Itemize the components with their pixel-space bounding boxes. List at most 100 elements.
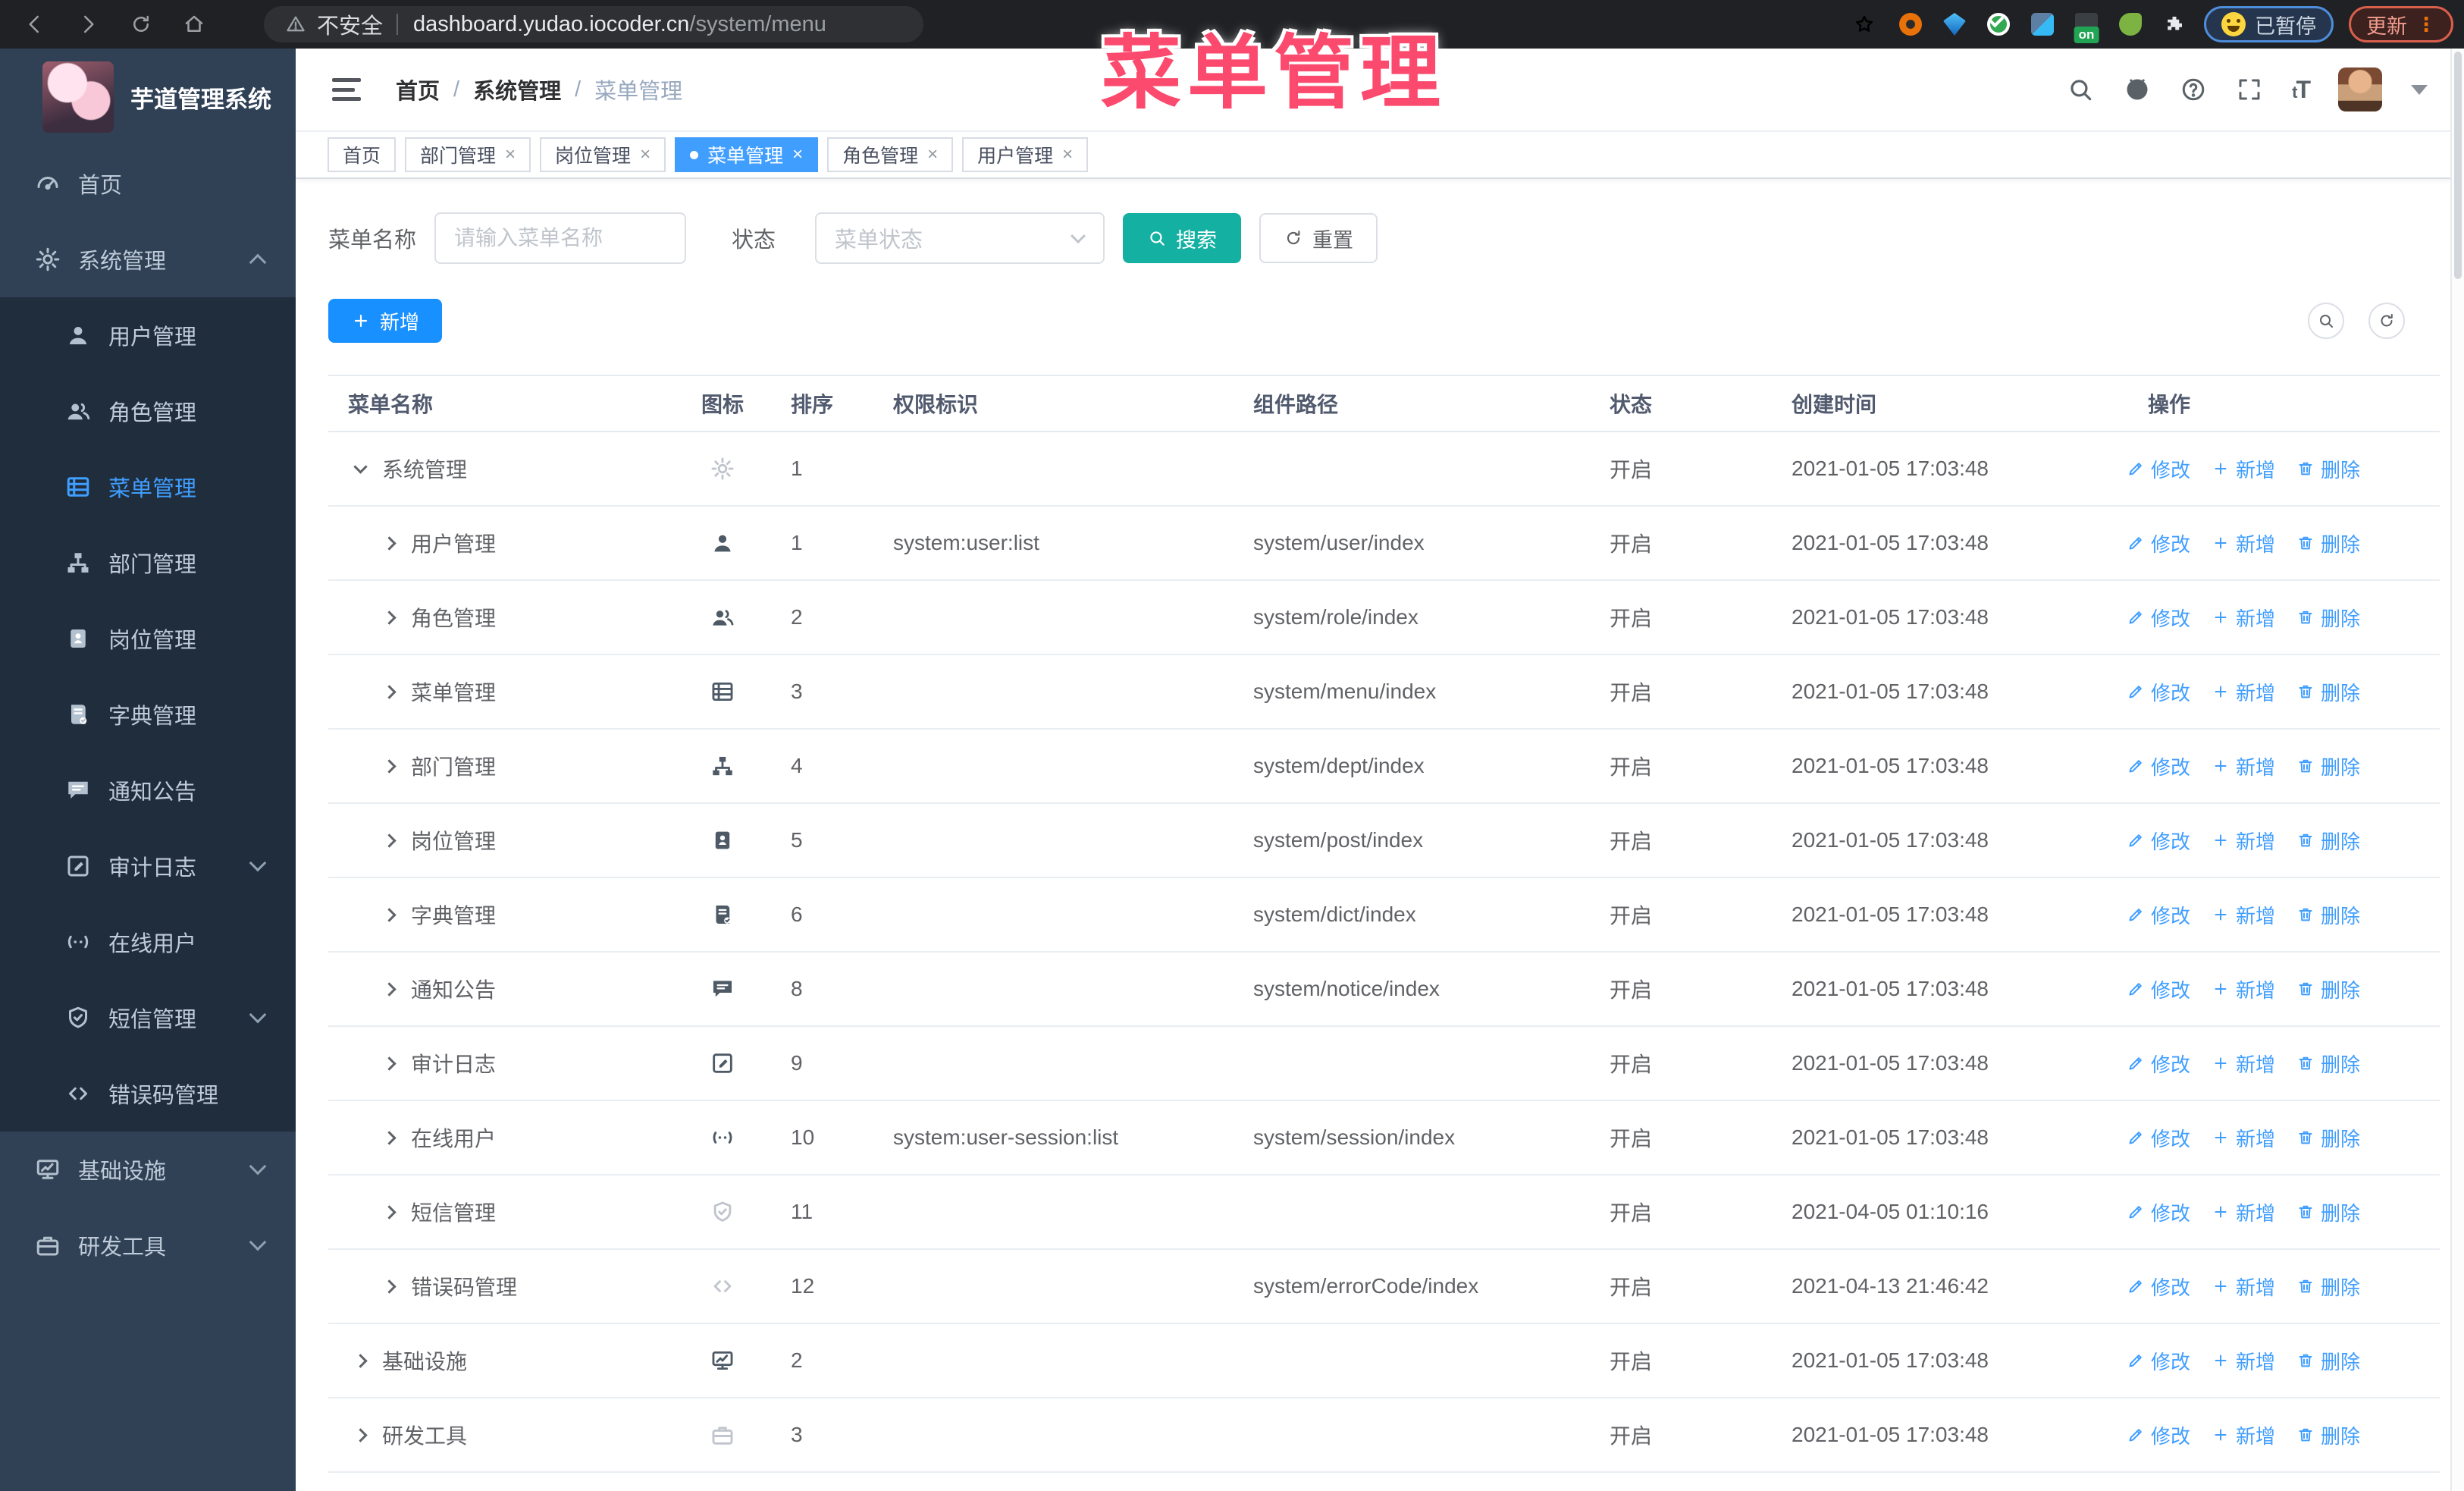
delete-link[interactable]: 删除 xyxy=(2296,901,2360,929)
sidebar-item-post[interactable]: 岗位管理 xyxy=(0,601,296,676)
modify-link[interactable]: 修改 xyxy=(2127,1273,2190,1301)
delete-link[interactable]: 删除 xyxy=(2296,604,2360,632)
modify-link[interactable]: 修改 xyxy=(2127,1124,2190,1152)
delete-link[interactable]: 删除 xyxy=(2296,529,2360,557)
close-icon[interactable]: × xyxy=(505,146,516,164)
close-icon[interactable]: × xyxy=(1062,146,1073,164)
extension-orange-icon[interactable] xyxy=(1896,10,1925,39)
close-icon[interactable]: × xyxy=(640,146,650,164)
delete-link[interactable]: 删除 xyxy=(2296,1050,2360,1078)
modify-link[interactable]: 修改 xyxy=(2127,827,2190,855)
scrollbar-thumb[interactable] xyxy=(2454,52,2462,279)
avatar[interactable] xyxy=(2338,67,2382,111)
expand-arrow-icon[interactable] xyxy=(382,833,397,848)
bookmark-star-button[interactable] xyxy=(1848,8,1881,41)
sidebar-item-tool[interactable]: 研发工具 xyxy=(0,1207,296,1283)
expand-arrow-icon[interactable] xyxy=(382,907,397,922)
delete-link[interactable]: 删除 xyxy=(2296,1273,2360,1301)
sidebar-item-online[interactable]: 在线用户 xyxy=(0,904,296,980)
sidebar-item-dept[interactable]: 部门管理 xyxy=(0,525,296,601)
extension-gem-icon[interactable] xyxy=(1940,10,1969,39)
modify-link[interactable]: 修改 xyxy=(2127,901,2190,929)
add-link[interactable]: 新增 xyxy=(2212,1273,2275,1301)
browser-back-button[interactable] xyxy=(18,8,52,41)
add-link[interactable]: 新增 xyxy=(2212,901,2275,929)
address-bar[interactable]: 不安全 dashboard.yudao.iocoder.cn/system/me… xyxy=(264,6,923,42)
close-icon[interactable]: × xyxy=(927,146,938,164)
sidebar-item-home[interactable]: 首页 xyxy=(0,146,296,221)
add-button[interactable]: 新增 xyxy=(328,299,443,343)
extension-proxy-icon[interactable]: on xyxy=(2072,10,2101,43)
modify-link[interactable]: 修改 xyxy=(2127,1347,2190,1375)
sidebar-item-notice[interactable]: 通知公告 xyxy=(0,752,296,828)
expand-arrow-icon[interactable] xyxy=(382,981,397,997)
refresh-table-button[interactable] xyxy=(2368,303,2405,339)
show-search-toggle-button[interactable] xyxy=(2308,303,2344,339)
sidebar-item-role[interactable]: 角色管理 xyxy=(0,373,296,449)
add-link[interactable]: 新增 xyxy=(2212,1421,2275,1449)
tab-首页[interactable]: 首页 xyxy=(328,137,397,172)
github-icon[interactable] xyxy=(2124,76,2151,103)
expand-arrow-icon[interactable] xyxy=(353,1427,368,1442)
delete-link[interactable]: 删除 xyxy=(2296,455,2360,483)
sidebar-item-user[interactable]: 用户管理 xyxy=(0,297,296,373)
hamburger-icon[interactable] xyxy=(332,78,361,101)
tab-岗位管理[interactable]: 岗位管理 × xyxy=(540,137,666,172)
sidebar-item-dict[interactable]: 字典管理 xyxy=(0,676,296,752)
browser-forward-button[interactable] xyxy=(71,8,105,41)
add-link[interactable]: 新增 xyxy=(2212,827,2275,855)
delete-link[interactable]: 删除 xyxy=(2296,1124,2360,1152)
expand-arrow-icon[interactable] xyxy=(382,1279,397,1294)
help-icon[interactable] xyxy=(2180,76,2207,103)
extension-check-icon[interactable] xyxy=(1984,10,2013,39)
tab-部门管理[interactable]: 部门管理 × xyxy=(405,137,531,172)
delete-link[interactable]: 删除 xyxy=(2296,1347,2360,1375)
search-button[interactable]: 搜索 xyxy=(1123,213,1242,263)
add-link[interactable]: 新增 xyxy=(2212,1050,2275,1078)
modify-link[interactable]: 修改 xyxy=(2127,455,2190,483)
breadcrumb-item[interactable]: 系统管理 xyxy=(473,74,561,105)
sidebar-item-infra[interactable]: 基础设施 xyxy=(0,1132,296,1207)
fullscreen-icon[interactable] xyxy=(2236,76,2263,103)
extension-leaf-icon[interactable] xyxy=(2116,10,2145,39)
collapse-arrow-icon[interactable] xyxy=(353,459,368,474)
profile-paused-pill[interactable]: 已暂停 xyxy=(2204,6,2334,42)
sidebar-item-sms[interactable]: 短信管理 xyxy=(0,980,296,1056)
reset-button[interactable]: 重置 xyxy=(1259,213,1378,263)
expand-arrow-icon[interactable] xyxy=(353,1353,368,1368)
sidebar-item-log[interactable]: 审计日志 xyxy=(0,828,296,904)
add-link[interactable]: 新增 xyxy=(2212,529,2275,557)
sidebar-item-errcode[interactable]: 错误码管理 xyxy=(0,1056,296,1132)
modify-link[interactable]: 修改 xyxy=(2127,604,2190,632)
tab-角色管理[interactable]: 角色管理 × xyxy=(827,137,954,172)
delete-link[interactable]: 删除 xyxy=(2296,1198,2360,1226)
add-link[interactable]: 新增 xyxy=(2212,455,2275,483)
modify-link[interactable]: 修改 xyxy=(2127,678,2190,706)
add-link[interactable]: 新增 xyxy=(2212,604,2275,632)
add-link[interactable]: 新增 xyxy=(2212,678,2275,706)
delete-link[interactable]: 删除 xyxy=(2296,752,2360,780)
expand-arrow-icon[interactable] xyxy=(382,684,397,699)
expand-arrow-icon[interactable] xyxy=(382,1204,397,1219)
delete-link[interactable]: 删除 xyxy=(2296,678,2360,706)
modify-link[interactable]: 修改 xyxy=(2127,1198,2190,1226)
chevron-down-icon[interactable] xyxy=(2411,84,2428,95)
expand-arrow-icon[interactable] xyxy=(382,1056,397,1071)
status-select[interactable]: 菜单状态 xyxy=(815,212,1105,264)
tab-菜单管理[interactable]: 菜单管理 × xyxy=(675,137,819,172)
expand-arrow-icon[interactable] xyxy=(382,535,397,551)
expand-arrow-icon[interactable] xyxy=(382,1130,397,1145)
modify-link[interactable]: 修改 xyxy=(2127,752,2190,780)
sidebar-item-menu[interactable]: 菜单管理 xyxy=(0,449,296,525)
extensions-puzzle-icon[interactable] xyxy=(2160,10,2189,39)
add-link[interactable]: 新增 xyxy=(2212,1198,2275,1226)
app-logo[interactable]: 芋道管理系统 xyxy=(0,49,296,146)
modify-link[interactable]: 修改 xyxy=(2127,1421,2190,1449)
delete-link[interactable]: 删除 xyxy=(2296,827,2360,855)
expand-arrow-icon[interactable] xyxy=(382,610,397,625)
add-link[interactable]: 新增 xyxy=(2212,1124,2275,1152)
modify-link[interactable]: 修改 xyxy=(2127,975,2190,1003)
modify-link[interactable]: 修改 xyxy=(2127,1050,2190,1078)
page-scrollbar[interactable] xyxy=(2450,49,2464,1491)
breadcrumb-item[interactable]: 首页 xyxy=(396,74,440,105)
